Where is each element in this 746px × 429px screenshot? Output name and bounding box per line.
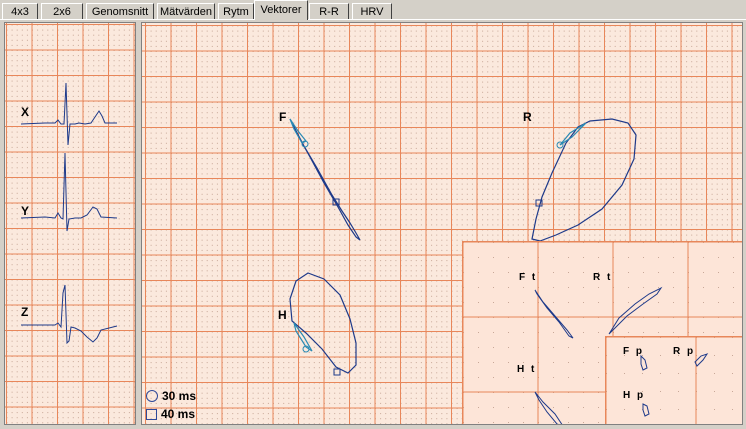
tab-hrv[interactable]: HRV: [352, 3, 392, 19]
tab-rytm[interactable]: Rytm: [218, 3, 254, 19]
lead-panel: X Y Z: [4, 22, 136, 425]
lead-z-trace: [21, 284, 118, 345]
lead-x-trace: [20, 82, 117, 146]
tab-rr[interactable]: R-R: [309, 3, 349, 19]
tab-genomsnitt[interactable]: Genomsnitt: [86, 3, 154, 19]
tab-bar: 4x3 2x6 Genomsnitt Mätvärden Rytm Vektor…: [0, 0, 746, 22]
lead-x-label: X: [21, 105, 30, 119]
lead-z-label: Z: [21, 305, 29, 319]
tab-vektorer[interactable]: Vektorer: [254, 0, 308, 20]
tab-matvarden[interactable]: Mätvärden: [157, 3, 215, 19]
vector-panel: F R H 30 ms 40 ms F t R t H t F p R p H …: [141, 22, 743, 425]
tab-2x6[interactable]: 2x6: [41, 3, 83, 19]
lead-y-label: Y: [21, 204, 30, 218]
lead-y-trace: [20, 152, 118, 232]
tab-4x3[interactable]: 4x3: [2, 3, 38, 19]
lead-traces: [20, 82, 118, 345]
